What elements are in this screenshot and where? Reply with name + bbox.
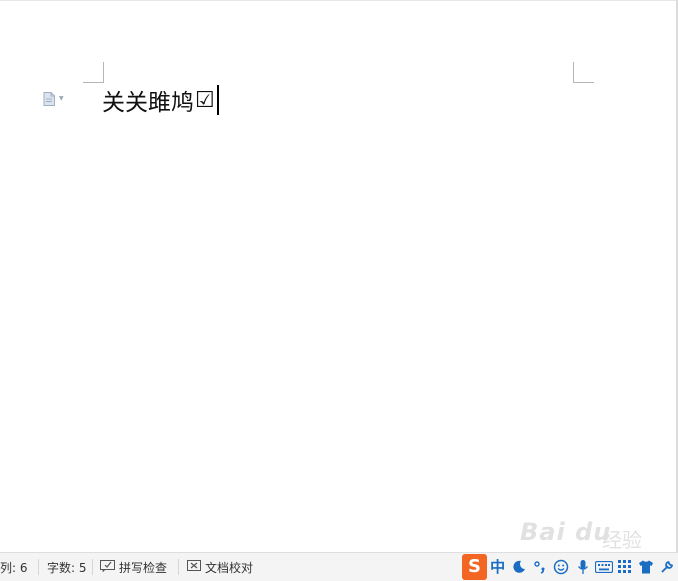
paragraph-menu-button[interactable]: ▼ bbox=[43, 91, 64, 107]
ime-mode-label: 中 bbox=[490, 558, 506, 576]
text-cursor bbox=[216, 85, 219, 115]
proofread-icon bbox=[187, 559, 205, 575]
smiley-icon[interactable] bbox=[551, 554, 572, 580]
spell-check-icon bbox=[100, 559, 119, 575]
document-text: 关关雎鸠 bbox=[102, 90, 194, 116]
page-corner-mark-top-left bbox=[83, 62, 104, 83]
document-proofread-button[interactable]: 文档校对 bbox=[187, 553, 253, 581]
ime-toolbar: S 中 bbox=[462, 553, 678, 580]
punctuation-icon[interactable] bbox=[530, 554, 551, 580]
watermark-product: 经验 bbox=[602, 528, 642, 552]
document-icon bbox=[43, 92, 55, 106]
proofread-label: 文档校对 bbox=[205, 560, 254, 575]
ime-mode-toggle[interactable]: 中 bbox=[487, 554, 508, 580]
status-word-count[interactable]: 字数: 5 bbox=[47, 553, 87, 581]
keyboard-icon[interactable] bbox=[593, 554, 614, 580]
page-corner-mark-top-right bbox=[573, 62, 594, 83]
moon-icon[interactable] bbox=[508, 554, 529, 580]
baidu-watermark: Bai du 经验 bbox=[520, 508, 670, 552]
status-divider bbox=[38, 559, 39, 575]
status-column: 列: 6 bbox=[0, 553, 28, 581]
window-top-border bbox=[0, 0, 678, 1]
microphone-icon[interactable] bbox=[572, 554, 593, 580]
sogou-logo-icon[interactable]: S bbox=[462, 553, 488, 580]
spell-check-button[interactable]: 拼写检查 bbox=[100, 553, 167, 581]
ime-logo-text: S bbox=[468, 556, 482, 577]
skin-shirt-icon[interactable] bbox=[636, 554, 657, 580]
status-column-label: 列: 6 bbox=[0, 560, 28, 575]
status-divider bbox=[92, 559, 93, 575]
status-divider bbox=[178, 559, 179, 575]
watermark-brand: Bai du bbox=[520, 518, 612, 546]
checkbox-symbol: ☑ bbox=[195, 87, 215, 113]
apps-grid-icon[interactable] bbox=[614, 554, 635, 580]
status-word-count-label: 字数: 5 bbox=[47, 560, 87, 575]
spell-check-label: 拼写检查 bbox=[119, 560, 168, 575]
dropdown-caret-icon: ▼ bbox=[59, 95, 64, 102]
wrench-settings-icon[interactable] bbox=[657, 554, 678, 580]
document-text-line[interactable]: 关关雎鸠 ☑ bbox=[102, 84, 219, 116]
